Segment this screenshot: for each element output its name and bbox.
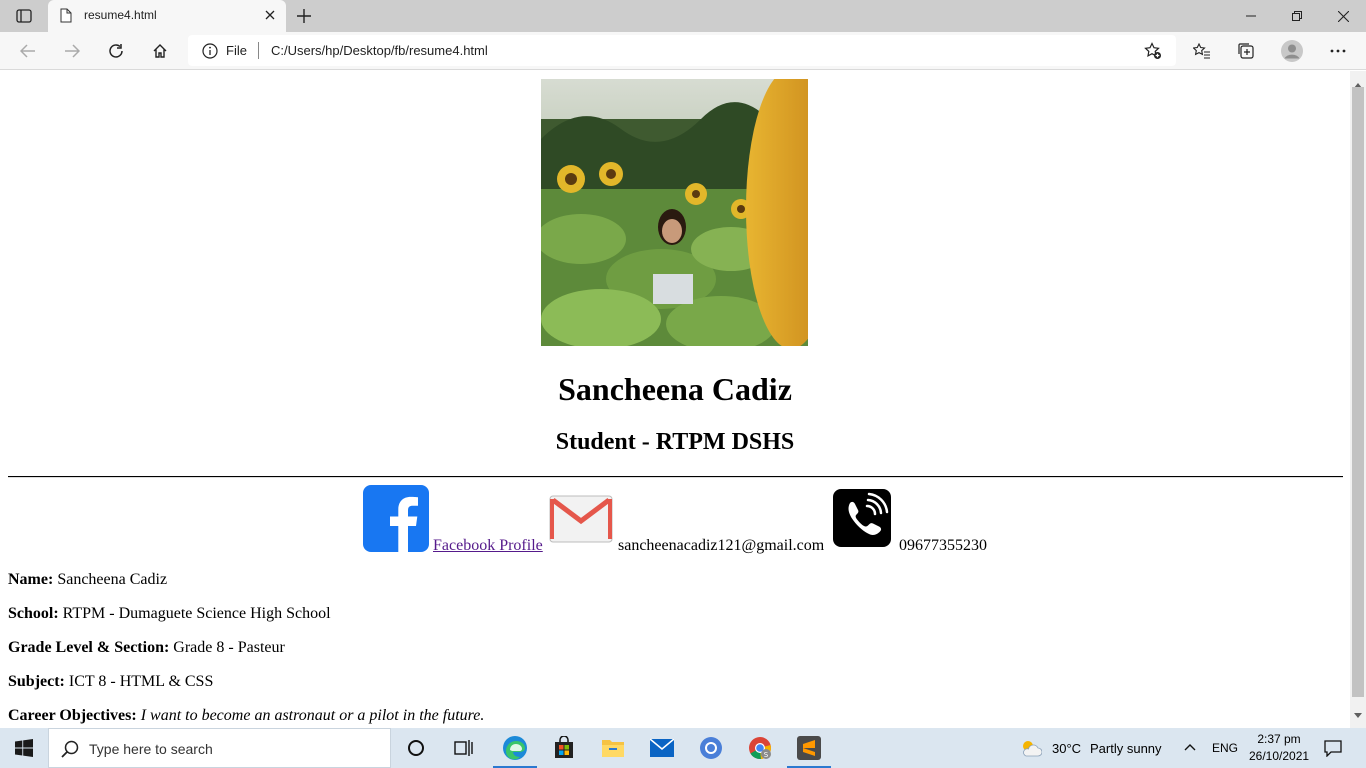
home-icon[interactable] [148,39,172,63]
search-icon [61,740,79,758]
task-view-icon[interactable] [440,728,488,768]
detail-value: Grade 8 - Pasteur [173,639,285,656]
resume-role-heading: Student - RTPM DSHS [555,429,795,455]
detail-name: Name: Sancheena Cadiz [8,571,167,589]
detail-label: School: [8,605,59,622]
clock-date: 26/10/2021 [1249,749,1310,763]
detail-school: School: RTPM - Dumaguete Science High Sc… [8,605,331,623]
page-viewport: Sancheena Cadiz Student - RTPM DSHS Face… [0,71,1350,728]
profile-photo [541,79,808,346]
file-explorer-icon[interactable] [589,728,637,768]
email-text: sancheenacadiz121@gmail.com [618,537,825,554]
start-windows-icon[interactable] [0,728,48,768]
address-url[interactable]: C:/Users/hp/Desktop/fb/resume4.html [271,43,488,58]
weather-condition[interactable]: Partly sunny [1090,741,1162,756]
clock-time: 2:37 pm [1257,732,1301,746]
weather-icon[interactable] [1020,738,1043,758]
detail-label: Career Objectives: [8,707,137,724]
favorites-icon[interactable] [1190,39,1214,63]
svg-text:S: S [764,751,769,759]
new-tab-icon[interactable] [294,6,314,26]
address-bar[interactable]: File C:/Users/hp/Desktop/fb/resume4.html [188,35,1176,66]
scroll-down-icon[interactable] [1354,706,1362,724]
tab-title: resume4.html [84,8,157,22]
horizontal-divider [8,476,1343,478]
phone-icon [833,489,891,547]
close-tab-icon[interactable] [262,7,278,23]
tab-actions-icon[interactable] [10,6,38,26]
mail-icon [549,495,613,543]
address-separator [258,42,259,59]
chevron-up-icon[interactable] [1182,740,1198,756]
detail-grade-section: Grade Level & Section: Grade 8 - Pasteur [8,639,285,657]
taskbar-search-box[interactable]: Type here to search [48,728,391,768]
browser-app-icon[interactable] [687,728,735,768]
mail-app-icon[interactable] [638,728,686,768]
phone-text: 09677355230 [899,537,987,554]
sublime-text-icon[interactable] [785,728,833,768]
more-options-icon[interactable] [1326,39,1350,63]
refresh-icon[interactable] [104,39,128,63]
close-window-icon[interactable] [1320,0,1366,32]
page-scrollbar[interactable] [1350,71,1366,728]
detail-value: I want to become an astronaut or a pilot… [140,707,485,724]
detail-value: RTPM - Dumaguete Science High School [62,605,331,622]
detail-label: Grade Level & Section: [8,639,170,656]
add-favorite-icon[interactable] [1144,42,1162,60]
profile-avatar[interactable] [1280,39,1304,63]
forward-icon[interactable] [60,39,84,63]
facebook-icon[interactable] [363,485,429,552]
clock[interactable]: 2:37 pm 26/10/2021 [1249,731,1309,765]
back-icon[interactable] [16,39,40,63]
address-scheme: File [226,43,247,58]
resume-name-heading: Sancheena Cadiz [558,371,792,407]
windows-taskbar: Type here to search S 30°C Partly sunny … [0,728,1366,768]
cortana-icon[interactable] [392,728,440,768]
detail-career-objectives: Career Objectives: I want to become an a… [8,707,484,725]
language-indicator[interactable]: ENG [1212,741,1238,755]
browser-toolbar: File C:/Users/hp/Desktop/fb/resume4.html [0,32,1366,70]
browser-tab-bar: resume4.html [0,0,1366,32]
detail-label: Subject: [8,673,65,690]
weather-temperature[interactable]: 30°C [1052,741,1081,756]
chrome-icon[interactable]: S [736,728,784,768]
collections-icon[interactable] [1234,39,1258,63]
notifications-icon[interactable] [1324,739,1342,758]
detail-value: ICT 8 - HTML & CSS [68,673,214,690]
info-icon[interactable] [202,43,218,59]
edge-browser-icon[interactable] [491,728,539,768]
minimize-icon[interactable] [1228,0,1274,32]
browser-tab[interactable]: resume4.html [48,0,286,32]
detail-value: Sancheena Cadiz [57,571,168,588]
search-placeholder: Type here to search [89,741,213,757]
restore-icon[interactable] [1274,0,1320,32]
file-icon [60,8,72,23]
store-icon[interactable] [540,728,588,768]
detail-label: Name: [8,571,54,588]
facebook-profile-link[interactable]: Facebook Profile [433,537,543,555]
detail-subject: Subject: ICT 8 - HTML & CSS [8,673,213,691]
scrollbar-thumb[interactable] [1352,87,1364,697]
